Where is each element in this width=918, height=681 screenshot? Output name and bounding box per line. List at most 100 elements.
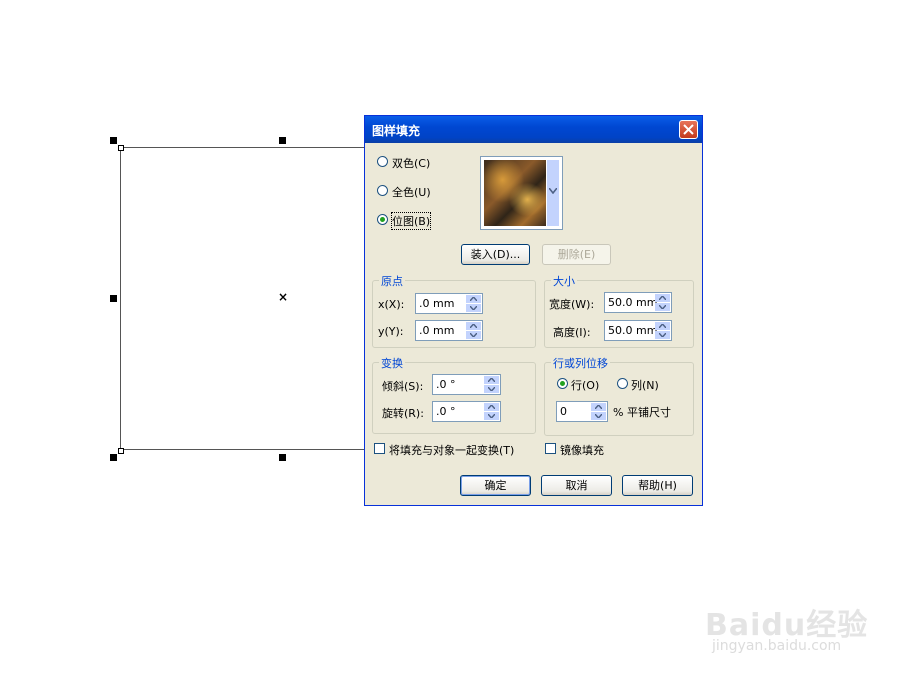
dialog-title: 图样填充 — [372, 124, 421, 138]
chevron-up-icon — [470, 297, 477, 301]
chevron-down-icon — [659, 333, 666, 337]
origin-group-title: 原点 — [379, 273, 405, 289]
corner-node-bottom-left — [118, 448, 124, 454]
radio-bitmap-label[interactable]: 位图(B) — [390, 212, 432, 230]
chevron-down-icon — [659, 305, 666, 309]
help-button[interactable]: 帮助(H) — [622, 475, 693, 496]
spinner-down-button[interactable] — [484, 385, 499, 393]
spinner-down-button[interactable] — [655, 331, 670, 339]
origin-y-spinner[interactable]: .0 mm — [415, 320, 483, 341]
offset-group-title: 行或列位移 — [551, 355, 610, 371]
pattern-preview-picker[interactable] — [480, 156, 563, 230]
spinner-arrows[interactable] — [484, 376, 499, 393]
chevron-down-icon — [595, 414, 602, 418]
spinner-down-button[interactable] — [591, 412, 606, 420]
rotate-spinner[interactable]: .0 ° — [432, 401, 501, 422]
spinner-arrows[interactable] — [466, 322, 481, 339]
pattern-dropdown-button[interactable] — [547, 160, 559, 226]
chevron-up-icon — [659, 324, 666, 328]
radio-bitmap[interactable] — [377, 214, 388, 225]
spinner-up-button[interactable] — [655, 322, 670, 330]
spinner-down-button[interactable] — [484, 412, 499, 420]
chevron-up-icon — [659, 296, 666, 300]
tile-size-unit-label: % 平铺尺寸 — [613, 406, 671, 419]
center-marker-icon: × — [277, 290, 289, 304]
size-group-title: 大小 — [551, 273, 577, 289]
origin-x-label: x(X): — [378, 298, 405, 311]
radio-full-color-label[interactable]: 全色(U) — [392, 184, 431, 200]
chevron-up-icon — [595, 405, 602, 409]
skew-value: .0 ° — [436, 378, 456, 391]
watermark-url: jingyan.baidu.com — [712, 638, 842, 654]
radio-selected-dot — [380, 217, 385, 222]
rotate-value: .0 ° — [436, 405, 456, 418]
height-spinner[interactable]: 50.0 mm — [604, 320, 672, 341]
radio-full-color[interactable] — [377, 185, 388, 196]
spinner-up-button[interactable] — [484, 403, 499, 411]
offset-value: 0 — [560, 405, 567, 418]
origin-x-spinner[interactable]: .0 mm — [415, 293, 483, 314]
spinner-down-button[interactable] — [466, 304, 481, 312]
bitmap-pattern-thumbnail — [484, 160, 546, 226]
chevron-down-icon — [488, 414, 495, 418]
row-column-offset-group: 行或列位移 — [544, 355, 694, 436]
skew-spinner[interactable]: .0 ° — [432, 374, 501, 395]
height-label: 高度(I): — [553, 326, 591, 339]
chevron-up-icon — [470, 324, 477, 328]
chevron-down-icon — [470, 333, 477, 337]
selection-handle-left[interactable] — [110, 295, 117, 302]
spinner-arrows[interactable] — [655, 294, 670, 311]
transform-group-title: 变换 — [379, 355, 405, 371]
radio-column[interactable] — [617, 378, 628, 389]
selection-handle-bottom[interactable] — [279, 454, 286, 461]
offset-spinner[interactable]: 0 — [556, 401, 608, 422]
title-bar: 图样填充 — [365, 116, 702, 143]
radio-two-color-label[interactable]: 双色(C) — [392, 155, 430, 171]
selected-rectangle[interactable] — [120, 147, 370, 450]
height-value: 50.0 mm — [608, 324, 658, 337]
chevron-up-icon — [488, 378, 495, 382]
chevron-down-icon — [470, 306, 477, 310]
selection-handle-top-left[interactable] — [110, 137, 117, 144]
radio-column-label[interactable]: 列(N) — [631, 377, 659, 393]
chevron-down-icon — [549, 188, 557, 194]
radio-two-color[interactable] — [377, 156, 388, 167]
mirror-fill-label[interactable]: 镜像填充 — [560, 442, 604, 458]
radio-selected-dot — [560, 381, 565, 386]
spinner-down-button[interactable] — [466, 331, 481, 339]
transform-with-object-checkbox[interactable] — [374, 443, 385, 454]
corner-node-top-left — [118, 145, 124, 151]
origin-y-value: .0 mm — [419, 324, 455, 337]
spinner-arrows[interactable] — [484, 403, 499, 420]
transform-group: 变换 — [372, 355, 536, 434]
mirror-fill-checkbox[interactable] — [545, 443, 556, 454]
spinner-arrows[interactable] — [466, 295, 481, 312]
spinner-arrows[interactable] — [655, 322, 670, 339]
radio-row[interactable] — [557, 378, 568, 389]
close-button[interactable] — [679, 120, 698, 139]
delete-button[interactable]: 删除(E) — [542, 244, 611, 265]
selection-handle-top[interactable] — [279, 137, 286, 144]
pattern-fill-dialog: 图样填充 双色(C) 全色(U) 位图(B) 装入(D)... 删除(E) 原点… — [364, 115, 703, 506]
spinner-arrows[interactable] — [591, 403, 606, 420]
width-spinner[interactable]: 50.0 mm — [604, 292, 672, 313]
cancel-button[interactable]: 取消 — [541, 475, 612, 496]
spinner-up-button[interactable] — [655, 294, 670, 302]
spinner-up-button[interactable] — [591, 403, 606, 411]
radio-row-label[interactable]: 行(O) — [571, 377, 599, 393]
spinner-up-button[interactable] — [484, 376, 499, 384]
chevron-down-icon — [488, 387, 495, 391]
spinner-up-button[interactable] — [466, 322, 481, 330]
ok-button[interactable]: 确定 — [460, 475, 531, 496]
spinner-down-button[interactable] — [655, 303, 670, 311]
origin-x-value: .0 mm — [419, 297, 455, 310]
spinner-up-button[interactable] — [466, 295, 481, 303]
skew-label: 倾斜(S): — [382, 380, 424, 393]
transform-with-object-label[interactable]: 将填充与对象一起变换(T) — [389, 442, 514, 458]
load-button[interactable]: 装入(D)... — [461, 244, 530, 265]
selection-handle-bottom-left[interactable] — [110, 454, 117, 461]
width-label: 宽度(W): — [549, 298, 595, 311]
close-icon — [683, 124, 694, 135]
chevron-up-icon — [488, 405, 495, 409]
origin-y-label: y(Y): — [378, 325, 404, 338]
